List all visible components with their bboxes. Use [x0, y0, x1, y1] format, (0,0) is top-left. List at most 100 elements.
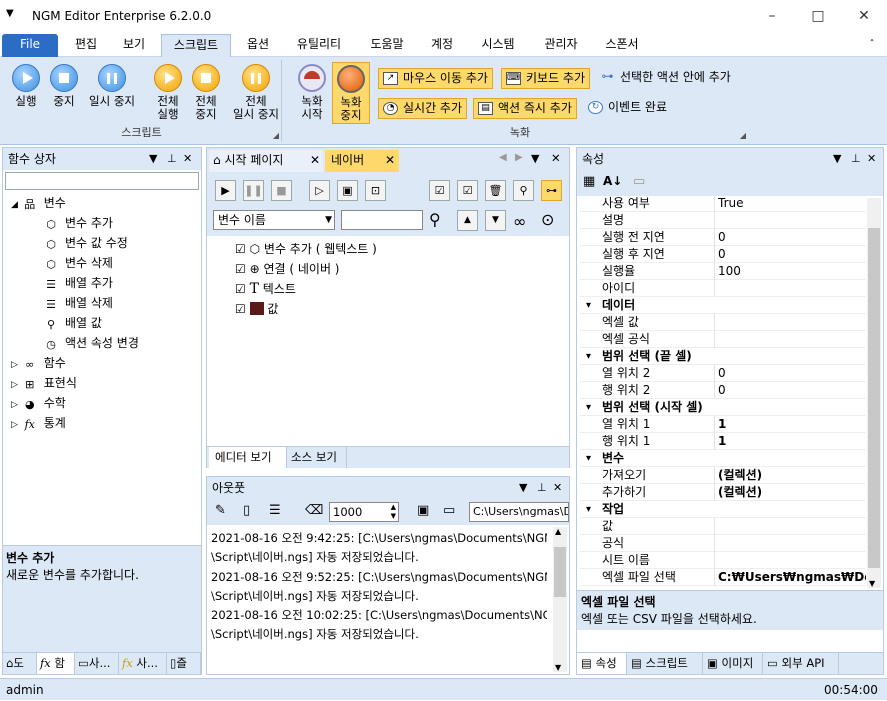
- maximize-button[interactable]: □: [795, 0, 841, 32]
- pin-icon[interactable]: ⊥: [167, 148, 177, 170]
- close-icon[interactable]: ✕: [867, 148, 876, 170]
- property-value[interactable]: C:₩Users₩ngmas₩De: [718, 569, 866, 586]
- line-count-input[interactable]: 1000 ▲ ▼: [329, 502, 399, 522]
- system-menu-icon[interactable]: ▼: [6, 8, 14, 19]
- property-category[interactable]: ▾ 변수: [580, 450, 866, 467]
- property-row[interactable]: 실행 전 지연 0: [580, 229, 866, 246]
- tab-options[interactable]: 옵션: [238, 34, 278, 57]
- property-row[interactable]: 엑셀 공식: [580, 331, 866, 348]
- property-row[interactable]: 아이디: [580, 280, 866, 297]
- list-item[interactable]: ☑ ⊕ 연결 ( 네이버 ): [235, 260, 340, 277]
- checkbox-checked-icon[interactable]: ☑: [235, 282, 246, 296]
- tab-external-api[interactable]: ▭ 외부 API: [763, 653, 839, 674]
- check-icon[interactable]: ☑: [457, 180, 478, 201]
- search-icon[interactable]: ⚲: [429, 210, 441, 229]
- close-icon[interactable]: ✕: [553, 477, 562, 499]
- property-row[interactable]: 실행율 100: [580, 263, 866, 280]
- property-row[interactable]: 공식: [580, 535, 866, 552]
- tree-math[interactable]: ▷ ◕ 수학: [11, 394, 66, 412]
- checkbox-checked-icon[interactable]: ☑: [235, 242, 246, 256]
- tree-item-add-variable[interactable]: ⬡ 변수 추가: [43, 214, 113, 232]
- output-path-field[interactable]: C:\Users\ngmas\Documents\NGM6: [469, 502, 569, 522]
- property-value[interactable]: True: [718, 195, 866, 212]
- tab-account[interactable]: 계정: [422, 34, 462, 57]
- property-row[interactable]: 값: [580, 518, 866, 535]
- tab-toolbox[interactable]: ⌂도: [3, 653, 37, 674]
- tab-source-view[interactable]: 소스 보기: [287, 447, 347, 468]
- collapse-icon[interactable]: ▾: [586, 297, 591, 314]
- infinity-icon[interactable]: ∞: [513, 212, 526, 231]
- property-pages-icon[interactable]: ▭: [633, 174, 645, 189]
- chevron-down-icon[interactable]: ▼: [325, 211, 332, 229]
- property-row[interactable]: 사용 여부 True: [580, 195, 866, 212]
- tree-variables[interactable]: ◢ 品 변수: [11, 194, 66, 211]
- more-icon[interactable]: ⊙: [541, 210, 554, 229]
- property-row[interactable]: 엑셀 파일 선택 C:₩Users₩ngmas₩De: [580, 569, 866, 586]
- tab-edit[interactable]: 편집: [66, 34, 106, 57]
- close-tab-icon[interactable]: ✕: [385, 150, 395, 170]
- scroll-left-icon[interactable]: ◀: [499, 152, 507, 163]
- tab-user[interactable]: ▭사...: [75, 653, 119, 674]
- pause-button[interactable]: 일시 중지: [84, 64, 140, 108]
- dropdown-icon[interactable]: ▼: [149, 148, 157, 170]
- property-value[interactable]: (컬렉션): [718, 467, 866, 484]
- close-tab-icon[interactable]: ✕: [310, 150, 320, 170]
- tab-file[interactable]: File: [2, 34, 58, 57]
- tab-naver[interactable]: 네이버 ✕: [325, 150, 399, 172]
- property-value[interactable]: 0: [718, 229, 866, 246]
- pin-icon[interactable]: ⊥: [851, 148, 861, 170]
- check-all-icon[interactable]: ☑: [429, 180, 450, 201]
- scroll-right-icon[interactable]: ▶: [515, 152, 523, 163]
- tab-favorites[interactable]: ▯즐: [167, 653, 201, 674]
- record-start-button[interactable]: 녹화 시작: [294, 64, 330, 121]
- dropdown-icon[interactable]: ▼: [519, 477, 527, 499]
- property-category[interactable]: ▾ 작업: [580, 501, 866, 518]
- property-value[interactable]: 1: [718, 416, 866, 433]
- tab-properties[interactable]: ▤ 속성: [577, 653, 627, 674]
- output-scrollbar[interactable]: ▲ ▼: [553, 527, 567, 672]
- pin-icon[interactable]: ⊥: [537, 477, 547, 499]
- tree-item-add-array[interactable]: ☰ 배열 추가: [43, 274, 113, 292]
- property-row[interactable]: 열 위치 20: [580, 365, 866, 382]
- spinner-icon[interactable]: ▲ ▼: [391, 503, 396, 521]
- folder-icon[interactable]: ▭: [443, 503, 455, 518]
- pause-icon[interactable]: ❚❚: [243, 180, 264, 201]
- tree-view-icon[interactable]: ⊶: [541, 180, 562, 201]
- editor-search-input[interactable]: [341, 210, 423, 230]
- eraser-icon[interactable]: ⌫: [305, 503, 323, 518]
- property-row[interactable]: 추가하기 (컬렉션): [580, 484, 866, 501]
- play-icon[interactable]: ▶: [215, 180, 236, 201]
- pause-all-button[interactable]: 전체 일시 중지: [228, 64, 284, 121]
- property-value[interactable]: 100: [718, 263, 866, 280]
- property-row[interactable]: 행 위치 20: [580, 382, 866, 399]
- tab-editor-view[interactable]: 에디터 보기: [209, 447, 287, 468]
- tab-view[interactable]: 보기: [114, 34, 154, 57]
- record-stop-button[interactable]: 녹화 중지: [332, 62, 370, 124]
- properties-scrollbar[interactable]: ▼: [867, 198, 881, 588]
- tab-sponsor[interactable]: 스폰서: [597, 34, 647, 57]
- list-item[interactable]: ☑ T 텍스트: [235, 280, 296, 297]
- tree-item-delete-array[interactable]: ☰ 배열 삭제: [43, 294, 113, 312]
- list-icon[interactable]: ☰: [269, 503, 281, 518]
- scrollbar-thumb[interactable]: [868, 228, 880, 568]
- minimize-button[interactable]: –: [749, 0, 795, 32]
- variable-name-select[interactable]: 변수 이름 ▼: [213, 210, 335, 230]
- run-selected-icon[interactable]: ⊡: [365, 180, 386, 201]
- search-icon[interactable]: ⚲: [513, 180, 534, 201]
- property-row[interactable]: 행 위치 11: [580, 433, 866, 450]
- property-value[interactable]: 1: [718, 433, 866, 450]
- property-category[interactable]: ▾ 범위 선택 (끝 셀): [580, 348, 866, 365]
- tab-utility[interactable]: 유틸리티: [286, 34, 352, 57]
- move-down-icon[interactable]: ▼: [485, 210, 506, 231]
- group-launcher-icon[interactable]: ◢: [740, 131, 746, 140]
- delete-icon[interactable]: 🗑: [485, 180, 506, 201]
- property-category[interactable]: ▾ 범위 선택 (시작 셀): [580, 399, 866, 416]
- tree-functions[interactable]: ▷ ∞ 함수: [11, 354, 66, 372]
- expand-icon[interactable]: ▷: [11, 380, 18, 390]
- property-value[interactable]: 0: [718, 365, 866, 382]
- tab-script[interactable]: ▤ 스크립트: [627, 653, 703, 674]
- list-item[interactable]: ☑ 값: [235, 300, 278, 317]
- add-mouse-move-button[interactable]: ↗ 마우스 이동 추가: [378, 68, 493, 89]
- step-icon[interactable]: ▷: [309, 180, 330, 201]
- tree-item-change-action-property[interactable]: ◷ 액션 속성 변경: [43, 334, 139, 352]
